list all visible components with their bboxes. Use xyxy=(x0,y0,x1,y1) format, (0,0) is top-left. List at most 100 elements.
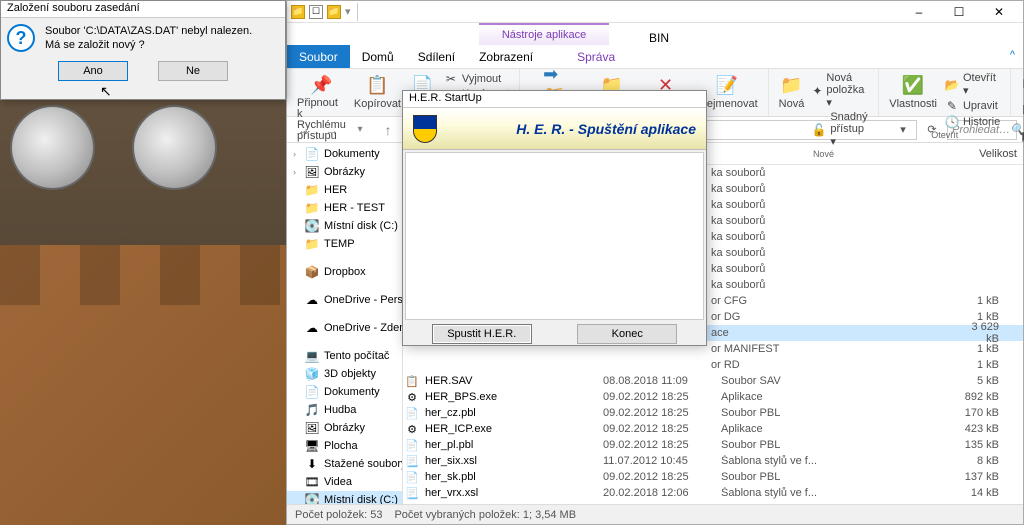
cut-button[interactable]: ✂Vyjmout xyxy=(440,71,513,87)
easy-access-icon: 🔓 xyxy=(812,123,826,137)
file-row[interactable]: 📋HER.SAV08.08.2018 11:09Soubor SAV5 kB xyxy=(403,373,1023,389)
file-name: HER_BPS.exe xyxy=(425,391,597,403)
file-date: 09.02.2012 18:25 xyxy=(603,471,715,483)
file-row[interactable]: 📄her_sk.pbl09.02.2012 18:25Soubor PBL137… xyxy=(403,469,1023,485)
file-size: 892 kB xyxy=(961,391,1021,403)
tree-item[interactable]: 🖼Obrázky xyxy=(287,419,402,437)
file-type: ka souborů xyxy=(711,279,791,291)
edit-icon: ✎ xyxy=(945,99,959,113)
tree-item[interactable]: 💽Místní disk (C:) xyxy=(287,217,402,235)
tree-item-icon: 🎞 xyxy=(305,475,319,489)
yes-button[interactable]: Ano xyxy=(58,61,128,81)
file-type: Soubor PBL xyxy=(721,407,831,419)
select-all-button[interactable]: ☑Vybrat vše xyxy=(1017,71,1024,97)
app-tools-contextual-tab[interactable]: Nástroje aplikace xyxy=(479,23,609,45)
close-button[interactable]: ✕ xyxy=(979,2,1019,22)
tab-share[interactable]: Sdílení xyxy=(406,45,467,68)
pin-quick-access-button[interactable]: 📌 Připnout k Rychlému přístupu xyxy=(293,71,350,144)
file-type: Šablona stylů ve f... xyxy=(721,487,831,499)
tree-item[interactable]: 🖥Plocha xyxy=(287,437,402,455)
tree-item-icon: 🖼 xyxy=(305,165,319,179)
tree-item[interactable]: ›📄Dokumenty xyxy=(287,145,402,163)
file-name: HER_ICP.exe xyxy=(425,423,597,435)
tree-item-label: Dokumenty xyxy=(324,386,380,398)
nav-tree[interactable]: ›📄Dokumenty›🖼Obrázky📁HER📁HER - TEST💽Míst… xyxy=(287,143,403,506)
properties-button[interactable]: ✅Vlastnosti xyxy=(885,71,941,130)
column-size[interactable]: Velikost xyxy=(943,148,1023,160)
file-row[interactable]: ⚙HER_BPS.exe09.02.2012 18:25Aplikace892 … xyxy=(403,389,1023,405)
tab-file[interactable]: Soubor xyxy=(287,45,350,68)
tree-item[interactable]: 🎵Hudba xyxy=(287,401,402,419)
status-selected: Počet vybraných položek: 1; 3,54 MB xyxy=(394,509,576,521)
file-size: 1 kB xyxy=(961,343,1021,355)
file-size: 135 kB xyxy=(961,439,1021,451)
tree-item-icon: 📁 xyxy=(305,183,319,197)
tree-item[interactable]: 📦Dropbox xyxy=(287,263,402,281)
file-type: or CFG xyxy=(711,295,791,307)
maximize-button[interactable]: ☐ xyxy=(939,2,979,22)
her-run-button[interactable]: Spustit H.E.R. xyxy=(432,324,532,344)
edit-button[interactable]: ✎Upravit xyxy=(941,98,1004,114)
explorer-titlebar: 📁 ☐ 📁 ▾ – ☐ ✕ xyxy=(287,1,1023,23)
file-name: HER.SAV xyxy=(425,375,597,387)
file-type: ka souborů xyxy=(711,167,791,179)
tree-item-label: TEMP xyxy=(324,238,355,250)
properties-qat-icon[interactable]: ☐ xyxy=(309,5,323,19)
file-row[interactable]: or RD1 kB xyxy=(403,357,1023,373)
tree-item-icon: ⬇ xyxy=(305,457,319,471)
file-row[interactable]: ⚙HER_ICP.exe09.02.2012 18:25Aplikace423 … xyxy=(403,421,1023,437)
her-window-title: H.E.R. StartUp xyxy=(403,91,706,108)
tree-item-icon: 💽 xyxy=(305,219,319,233)
tab-home[interactable]: Domů xyxy=(350,45,406,68)
tree-item[interactable]: ☁OneDrive - Zdene xyxy=(287,319,402,337)
new-folder-button[interactable]: 📁 Nová xyxy=(775,71,809,149)
tree-item[interactable]: 🧊3D objekty xyxy=(287,365,402,383)
new-item-button[interactable]: ✦Nová položka ▾ xyxy=(808,71,872,110)
tree-item[interactable]: ⬇Stažené soubory xyxy=(287,455,402,473)
tree-item[interactable]: 📁HER xyxy=(287,181,402,199)
file-icon: 📄 xyxy=(405,438,419,452)
dialog-message: Soubor 'C:\DATA\ZAS.DAT' nebyl nalezen. … xyxy=(45,24,252,53)
file-icon: 📄 xyxy=(405,406,419,420)
tree-item[interactable]: 📁HER - TEST xyxy=(287,199,402,217)
tree-item-icon: ☁ xyxy=(305,293,319,307)
history-button[interactable]: 🕓Historie xyxy=(941,114,1004,130)
select-none-button[interactable]: ☐Zrušit výběr xyxy=(1017,97,1024,123)
file-row[interactable]: 📃her_six.xsl11.07.2012 10:45Šablona styl… xyxy=(403,453,1023,469)
file-row[interactable]: 📃her_vrx.xsl20.02.2018 12:06Šablona styl… xyxy=(403,485,1023,501)
her-end-button[interactable]: Konec xyxy=(577,324,677,344)
no-button[interactable]: Ne xyxy=(158,61,228,81)
tree-item-icon: 🧊 xyxy=(305,367,319,381)
tree-item-label: Dokumenty xyxy=(324,148,380,160)
shield-icon xyxy=(413,115,437,143)
rename-icon: 📝 xyxy=(715,73,739,97)
folder-icon: 📁 xyxy=(291,5,305,19)
history-icon: 🕓 xyxy=(945,115,959,129)
file-row[interactable]: 📄her_pl.pbl09.02.2012 18:25Soubor PBL135… xyxy=(403,437,1023,453)
tree-item-label: OneDrive - Person xyxy=(324,294,403,306)
folder-qat-icon[interactable]: 📁 xyxy=(327,5,341,19)
file-type: Soubor SAV xyxy=(721,375,831,387)
ribbon-collapse-icon[interactable]: ^ xyxy=(1002,45,1023,68)
tree-item-icon: 💻 xyxy=(305,349,319,363)
tab-manage[interactable]: Správa xyxy=(565,45,627,68)
file-type: Soubor PBL xyxy=(721,471,831,483)
copy-button[interactable]: 📋 Kopírovat xyxy=(350,71,405,144)
file-row[interactable]: 📄her_cz.pbl09.02.2012 18:25Soubor PBL170… xyxy=(403,405,1023,421)
tree-item[interactable]: ☁ OneDrive - Person xyxy=(287,291,402,309)
tree-item[interactable]: 🎞Videa xyxy=(287,473,402,491)
file-size: 14 kB xyxy=(961,487,1021,499)
tree-item[interactable]: ›🖼Obrázky xyxy=(287,163,402,181)
open-icon: 📂 xyxy=(945,78,959,92)
tree-item-icon: 📄 xyxy=(305,147,319,161)
open-button[interactable]: 📂Otevřít ▾ xyxy=(941,71,1004,98)
qat-dropdown[interactable]: ▾ xyxy=(345,5,351,18)
minimize-button[interactable]: – xyxy=(899,2,939,22)
file-icon: 📃 xyxy=(405,486,419,500)
copy-icon: 📋 xyxy=(365,73,389,97)
tab-view[interactable]: Zobrazení xyxy=(467,45,545,68)
tree-item[interactable]: 📄Dokumenty xyxy=(287,383,402,401)
scissors-icon: ✂ xyxy=(444,72,458,86)
tree-item[interactable]: 📁TEMP xyxy=(287,235,402,253)
tree-item[interactable]: 💻Tento počítač xyxy=(287,347,402,365)
